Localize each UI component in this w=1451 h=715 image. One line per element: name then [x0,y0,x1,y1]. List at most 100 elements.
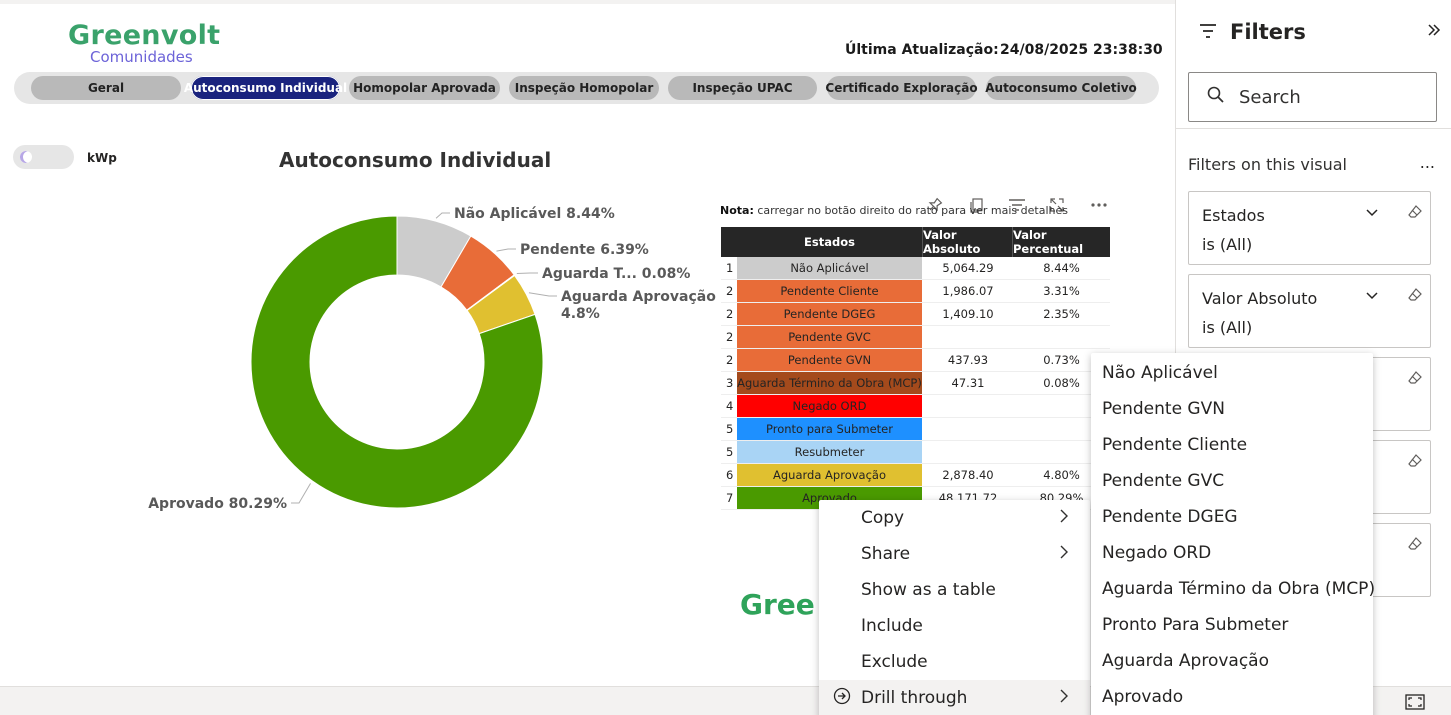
header-index [721,227,737,257]
estados-table: Estados Valor Absoluto Valor Percentual … [721,227,1110,510]
fit-to-page-icon[interactable] [1405,694,1425,714]
chevron-right-icon [1059,688,1069,709]
header-valor-absoluto[interactable]: Valor Absoluto [923,227,1013,257]
tab-autoconsumo-individual[interactable]: Autoconsumo Individual [184,76,347,100]
filter-card-estados[interactable]: Estados is (All) [1188,191,1431,265]
menu-item-share[interactable]: Share [819,536,1090,572]
chevron-down-icon[interactable] [1365,206,1379,222]
menu-item-label: Share [861,544,911,564]
filter-card-name: Valor Absoluto [1202,289,1318,308]
data-label-leader-line [496,248,516,252]
eraser-icon[interactable] [1407,204,1423,224]
menu-item-show-as-table[interactable]: Show as a table [819,572,1090,608]
tab-inspecao-homopolar[interactable]: Inspeção Homopolar [509,76,659,100]
data-label-leader-line [291,483,311,504]
context-menu: Copy Share Show as a table Include Exclu… [819,500,1090,715]
filter-card-value: is (All) [1202,235,1253,254]
submenu-item-aguarda-aprovacao[interactable]: Aguarda Aprovação [1091,643,1373,679]
submenu-item-aguarda-termino-obra[interactable]: Aguarda Término da Obra (MCP) [1091,571,1375,607]
tab-inspecao-upac[interactable]: Inspeção UPAC [668,76,817,100]
tab-homopolar-aprovada[interactable]: Homopolar Aprovada [349,76,500,100]
submenu-item-pendente-cliente[interactable]: Pendente Cliente [1091,427,1373,463]
table-row[interactable]: 2 Pendente GVC [721,326,1110,349]
filter-card-valor-absoluto[interactable]: Valor Absoluto is (All) [1188,274,1431,348]
data-label: Aguarda T... 0.08% [542,266,690,282]
filters-on-visual-label: Filters on this visual [1188,155,1347,174]
search-placeholder: Search [1239,86,1301,108]
submenu-item-negado-ord[interactable]: Negado ORD [1091,535,1373,571]
chart-title: Autoconsumo Individual [279,148,552,172]
table-row[interactable]: 2 Pendente GVN 437.93 0.73% [721,349,1110,372]
menu-item-label: Include [861,616,923,636]
cell-valor-percentual: 2.35% [1043,307,1080,321]
filter-card-name: Estados [1202,206,1265,225]
submenu-item-aprovado[interactable]: Aprovado [1091,679,1373,715]
cell-valor-absoluto: 437.93 [947,353,989,367]
drill-through-submenu: Não Aplicável Pendente GVN Pendente Clie… [1091,353,1375,715]
kwp-toggle[interactable] [13,145,74,169]
chevron-down-icon[interactable] [1365,289,1379,305]
table-row[interactable]: 4 Negado ORD [721,395,1110,418]
eraser-icon[interactable] [1407,370,1423,390]
logo-sub-text: Comunidades [90,48,193,66]
table-row[interactable]: 1 Não Aplicável 5,064.29 8.44% [721,257,1110,280]
row-index: 1 [726,261,734,275]
row-index: 5 [726,445,734,459]
table-row[interactable]: 2 Pendente DGEG 1,409.10 2.35% [721,303,1110,326]
menu-item-exclude[interactable]: Exclude [819,644,1090,680]
row-index: 2 [726,307,734,321]
submenu-item-pendente-gvc[interactable]: Pendente GVC [1091,463,1373,499]
eraser-icon[interactable] [1407,287,1423,307]
collapse-pane-icon[interactable] [1427,22,1441,41]
row-index: 7 [726,491,734,505]
submenu-item-pendente-gvn[interactable]: Pendente GVN [1091,391,1373,427]
tab-certificado-exploracao[interactable]: Certificado Exploração [825,76,978,100]
menu-item-copy[interactable]: Copy [819,500,1090,536]
tab-autoconsumo-coletivo[interactable]: Autoconsumo Coletivo [985,76,1137,100]
menu-item-include[interactable]: Include [819,608,1090,644]
menu-item-label: Copy [861,508,905,528]
filters-search-input[interactable]: Search [1188,72,1437,122]
row-index: 4 [726,399,734,413]
menu-item-label: Drill through [861,688,968,708]
filters-more-options[interactable]: ... [1420,153,1435,172]
eraser-icon[interactable] [1407,536,1423,556]
chevron-right-icon [1059,544,1069,565]
filter-icon [1198,22,1218,45]
row-index: 5 [726,422,734,436]
submenu-item-pendente-dgeg[interactable]: Pendente DGEG [1091,499,1373,535]
header-valor-percentual[interactable]: Valor Percentual [1013,227,1110,257]
data-label: 4.8% [561,306,600,322]
row-index: 6 [726,468,734,482]
header-estados[interactable]: Estados [737,227,923,257]
submenu-item-pronto-para-submeter[interactable]: Pronto Para Submeter [1091,607,1373,643]
table-row[interactable]: 6 Aguarda Aprovação 2,878.40 4.80% [721,464,1110,487]
powerbi-report-canvas: Greenvolt Comunidades Última Atualização… [0,0,1451,715]
cell-estado: Não Aplicável [737,257,923,279]
cell-valor-percentual [1013,326,1110,348]
menu-item-drill-through[interactable]: Drill through [819,680,1090,715]
cell-estado: Aguarda Aprovação [737,464,923,486]
cell-estado: Aguarda Término da Obra (MCP) [737,372,923,394]
table-row[interactable]: 5 Resubmeter [721,441,1110,464]
cell-estado: Pendente GVC [737,326,923,348]
table-row[interactable]: 3 Aguarda Término da Obra (MCP) 47.31 0.08% [721,372,1110,395]
cell-valor-absoluto: 1,409.10 [942,307,994,321]
more-options-icon[interactable] [1088,194,1110,216]
logo-main-text: Greenvolt [68,20,221,51]
cell-valor-absoluto [923,418,1013,440]
eraser-icon[interactable] [1407,453,1423,473]
data-label: Aprovado 80.29% [148,496,287,512]
tab-geral[interactable]: Geral [31,76,181,100]
cell-valor-absoluto: 5,064.29 [942,261,994,275]
search-icon [1207,86,1225,109]
page-navigation-bar: Geral Autoconsumo Individual Homopolar A… [14,72,1159,104]
cell-estado: Pendente GVN [737,349,923,371]
row-index: 2 [726,284,734,298]
table-row[interactable]: 2 Pendente Cliente 1,986.07 3.31% [721,280,1110,303]
table-row[interactable]: 5 Pronto para Submeter [721,418,1110,441]
submenu-item-nao-aplicavel[interactable]: Não Aplicável [1091,355,1373,391]
cell-valor-absoluto: 1,986.07 [942,284,994,298]
toggle-knob [20,151,32,163]
cell-estado: Pendente DGEG [737,303,923,325]
